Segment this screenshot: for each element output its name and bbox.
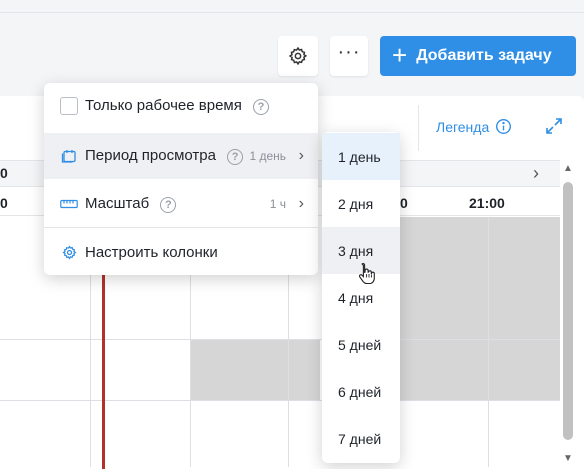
view-period-submenu: 1 день 2 дня 3 дня 4 дня 5 дней 6 дней 7… xyxy=(322,132,400,463)
menu-item-label: Настроить колонки xyxy=(85,243,218,261)
chevron-right-icon: › xyxy=(298,195,304,212)
calendar-icon xyxy=(60,147,78,165)
menu-item-configure-columns[interactable]: Настроить колонки xyxy=(44,229,318,275)
period-option[interactable]: 7 дней xyxy=(322,415,400,462)
hour-label: 0 xyxy=(400,195,408,211)
non-working-shade xyxy=(190,340,320,400)
date-label: 0 xyxy=(0,165,8,181)
plus-icon: + xyxy=(392,39,408,70)
gear-icon xyxy=(60,243,78,261)
add-task-button[interactable]: + Добавить задачу xyxy=(380,36,576,76)
legend-label: Легенда xyxy=(436,118,490,135)
view-settings-menu: Только рабочее время ? Период просмотра … xyxy=(44,83,318,275)
legend-divider xyxy=(418,105,419,151)
menu-item-scale[interactable]: Масштаб ? 1 ч › xyxy=(44,181,318,227)
hand-cursor-icon xyxy=(358,262,375,284)
menu-item-working-hours[interactable]: Только рабочее время ? xyxy=(44,83,318,129)
grid-line xyxy=(0,400,560,401)
non-working-shade xyxy=(400,217,560,400)
current-time-line xyxy=(102,270,105,469)
period-option[interactable]: 1 день xyxy=(322,133,400,180)
settings-button[interactable] xyxy=(278,36,318,76)
scroll-up-arrow[interactable]: ▲ xyxy=(563,163,573,174)
menu-item-value: 1 день xyxy=(249,149,286,163)
hour-label: 0 xyxy=(0,195,8,211)
info-icon xyxy=(496,119,512,134)
hour-label: 21:00 xyxy=(469,195,505,211)
menu-item-label: Только рабочее время xyxy=(85,97,242,115)
menu-item-label: Период просмотра xyxy=(85,147,216,165)
help-icon[interactable]: ? xyxy=(227,148,244,165)
period-option[interactable]: 6 дней xyxy=(322,368,400,415)
ruler-icon xyxy=(60,195,78,213)
legend-button[interactable]: Легенда xyxy=(436,118,512,135)
grid-line xyxy=(0,339,560,340)
scroll-thumb[interactable] xyxy=(563,182,573,440)
gear-icon xyxy=(288,46,308,66)
next-period-arrow[interactable]: › xyxy=(533,163,539,184)
expand-icon[interactable] xyxy=(544,116,564,136)
menu-item-label: Масштаб xyxy=(85,195,150,213)
top-divider xyxy=(0,12,584,13)
chevron-right-icon: › xyxy=(298,147,304,164)
grid-line xyxy=(488,217,489,467)
add-task-label: Добавить задачу xyxy=(416,47,552,64)
working-hours-checkbox[interactable] xyxy=(60,97,78,115)
help-icon[interactable]: ? xyxy=(160,196,177,213)
menu-item-value: 1 ч xyxy=(269,197,286,211)
period-option[interactable]: 5 дней xyxy=(322,321,400,368)
more-button[interactable]: ··· xyxy=(330,36,368,76)
menu-item-view-period[interactable]: Период просмотра ? 1 день › xyxy=(44,133,318,179)
menu-divider xyxy=(44,227,318,228)
period-option[interactable]: 2 дня xyxy=(322,180,400,227)
scroll-down-arrow[interactable]: ▼ xyxy=(563,453,573,464)
more-icon: ··· xyxy=(337,41,361,63)
help-icon[interactable]: ? xyxy=(253,98,270,115)
